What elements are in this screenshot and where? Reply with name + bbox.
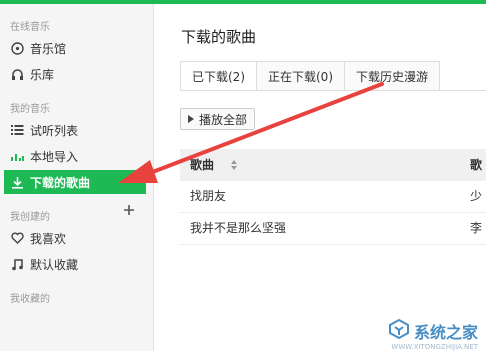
column-header-song[interactable]: 歌曲 [190,149,214,181]
sidebar-item-local-import[interactable]: 本地导入 [4,144,146,168]
singer-name[interactable]: 李 [470,213,482,244]
sidebar-item-label: 试听列表 [30,123,79,138]
song-title: 找朋友 [190,189,227,203]
sidebar-item-label: 音乐馆 [30,41,67,56]
tab-download-history[interactable]: 下载历史漫游 [344,61,441,91]
section-label-my-created: 我创建的 [10,212,50,223]
sidebar-item-music-hall[interactable]: 音乐馆 [4,36,146,60]
sidebar-item-label: 本地导入 [30,149,79,164]
sidebar-item-label: 我喜欢 [30,231,67,246]
equalizer-icon [10,149,24,163]
sidebar-item-label: 默认收藏 [30,257,79,272]
heart-icon [10,231,24,245]
headphones-icon [10,67,24,81]
watermark: 系统之家 WWW.XITONGZHIJIA.NET [388,318,478,351]
watermark-text: 系统之家 [413,322,478,342]
column-header-singer[interactable]: 歌 [470,149,482,181]
play-icon [187,114,195,124]
page-title: 下载的歌曲 [181,28,257,46]
play-all-button[interactable]: 播放全部 [180,108,256,130]
table-row[interactable]: 找朋友 少 [180,181,486,213]
music-note-icon [10,257,24,271]
main-panel: 下载的歌曲 已下载(2) 正在下载(0) 下载历史漫游 播放全部 歌曲 歌 找朋… [155,4,486,351]
download-icon [10,175,24,189]
sidebar-item-downloaded-songs[interactable]: 下载的歌曲 [4,170,146,194]
sidebar-item-label: 乐库 [30,67,55,82]
sidebar-item-library[interactable]: 乐库 [4,62,146,86]
song-title: 我并不是那么坚强 [190,221,287,235]
watermark-subtext: WWW.XITONGZHIJIA.NET [391,343,478,351]
song-table: 歌曲 歌 找朋友 少 我并不是那么坚强 李 [180,149,486,245]
sidebar-item-trial-list[interactable]: 试听列表 [4,118,146,142]
sidebar: 在线音乐 音乐馆 乐库 我的音乐 试听列表 本地导入 下载的歌曲 我创建的 我喜… [0,4,154,351]
section-label-online-music: 在线音乐 [10,22,50,33]
section-label-my-music: 我的音乐 [10,104,50,115]
table-row[interactable]: 我并不是那么坚强 李 [180,213,486,245]
list-icon [10,123,24,137]
sort-icon[interactable] [230,158,238,172]
tab-downloading[interactable]: 正在下载(0) [256,61,345,91]
table-header: 歌曲 歌 [180,149,486,181]
watermark-logo-icon [388,318,410,343]
sidebar-item-default-collection[interactable]: 默认收藏 [4,252,146,276]
play-all-label: 播放全部 [199,112,248,127]
tab-divider [180,90,486,91]
tab-downloaded[interactable]: 已下载(2) [180,61,257,91]
sidebar-item-my-favorites[interactable]: 我喜欢 [4,226,146,250]
tab-bar: 已下载(2) 正在下载(0) 下载历史漫游 [180,61,441,91]
section-label-my-collected: 我收藏的 [10,294,50,305]
singer-name[interactable]: 少 [470,181,482,212]
plus-icon[interactable] [122,203,136,217]
disc-icon [10,41,24,55]
sidebar-item-label: 下载的歌曲 [30,175,91,190]
